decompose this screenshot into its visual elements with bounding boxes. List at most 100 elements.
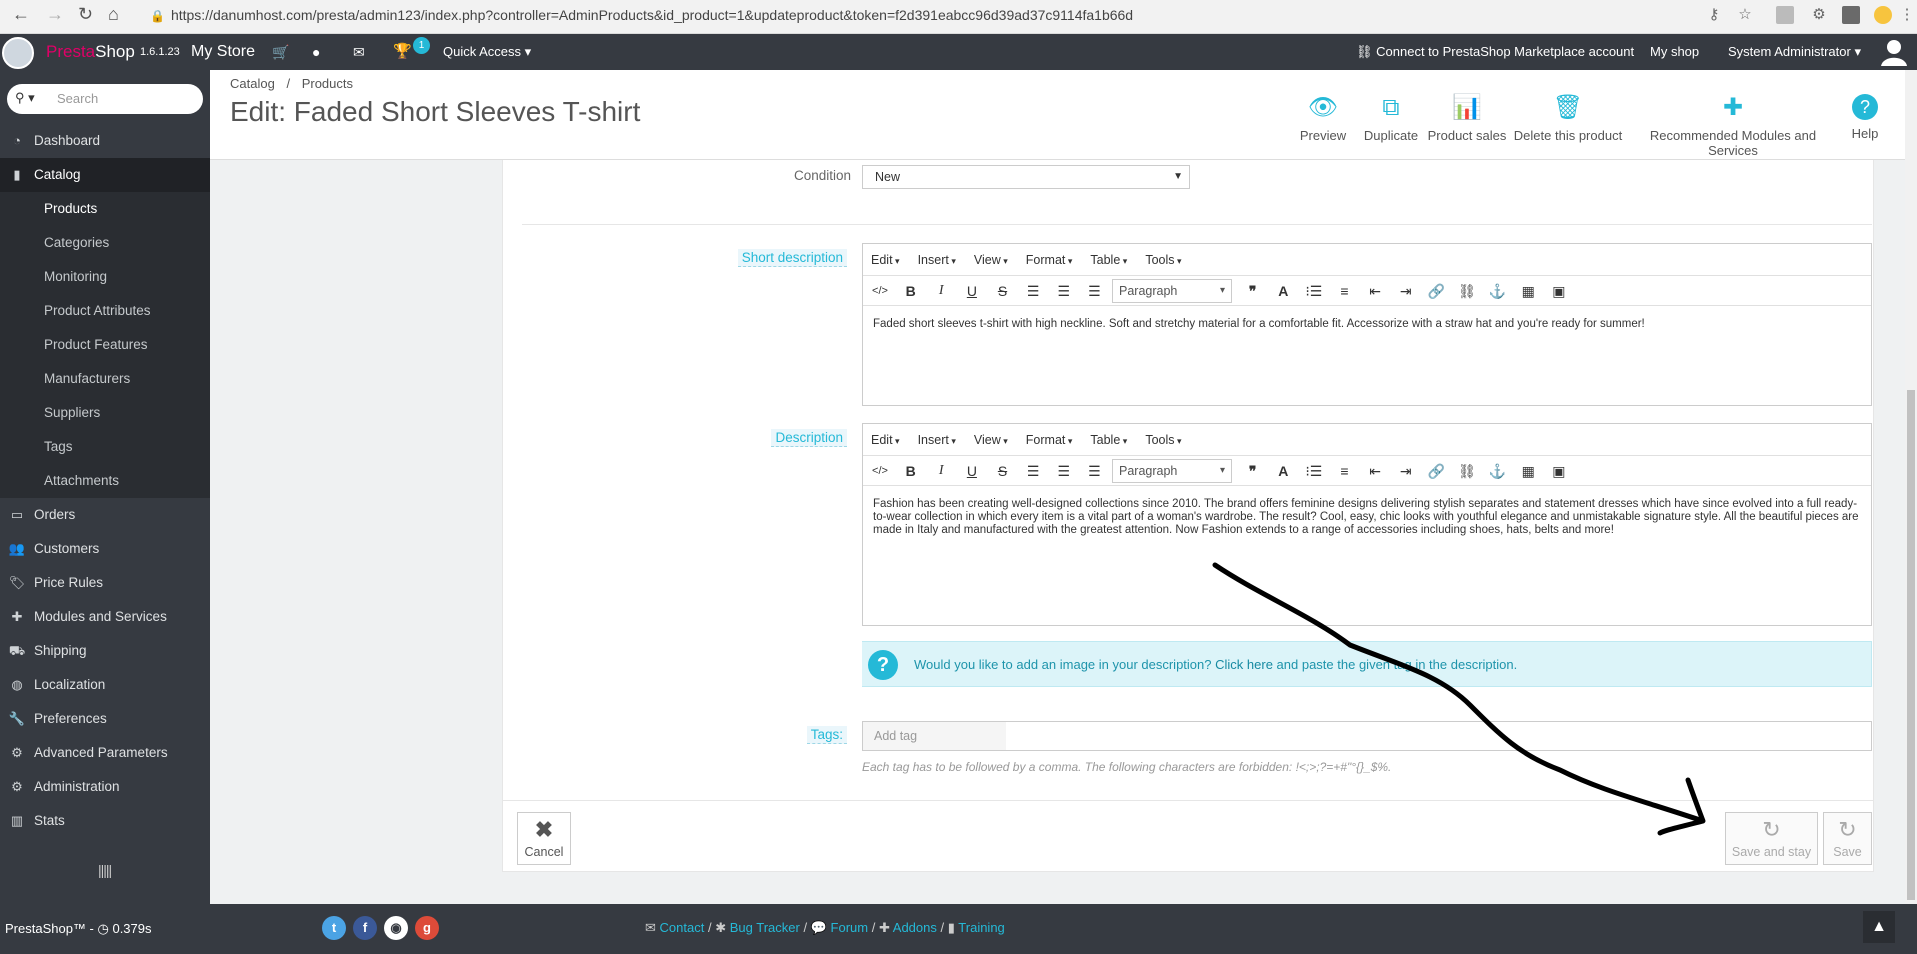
align-center-icon[interactable]: ☰: [1051, 459, 1077, 483]
sidebar-item-shipping[interactable]: ⛟ Shipping: [0, 634, 210, 668]
sidebar-item-modules[interactable]: ✚ Modules and Services: [0, 600, 210, 634]
menu-format[interactable]: Format: [1026, 253, 1073, 267]
breadcrumb-catalog[interactable]: Catalog: [230, 76, 275, 91]
collapse-sidebar-icon[interactable]: |||||: [98, 862, 112, 878]
sidebar-sub-attachments[interactable]: Attachments: [0, 464, 210, 498]
menu-tools[interactable]: Tools: [1145, 433, 1181, 447]
forward-icon[interactable]: →: [46, 4, 64, 25]
menu-table[interactable]: Table: [1090, 253, 1127, 267]
menu-format[interactable]: Format: [1026, 433, 1073, 447]
strikethrough-icon[interactable]: S: [990, 279, 1016, 303]
sidebar-item-preferences[interactable]: 🔧 Preferences: [0, 702, 210, 736]
training-link[interactable]: Training: [958, 920, 1004, 935]
indent-icon[interactable]: ⇥: [1393, 459, 1419, 483]
italic-icon[interactable]: I: [928, 459, 954, 483]
indent-icon[interactable]: ⇥: [1393, 279, 1419, 303]
outdent-icon[interactable]: ⇤: [1362, 459, 1388, 483]
anchor-icon[interactable]: ⚓: [1485, 459, 1511, 483]
menu-insert[interactable]: Insert: [918, 433, 956, 447]
key-icon[interactable]: ⚷: [1705, 6, 1723, 24]
bullet-list-icon[interactable]: ⁝☰: [1301, 459, 1327, 483]
image-icon[interactable]: ▣: [1546, 459, 1572, 483]
align-right-icon[interactable]: ☰: [1081, 459, 1107, 483]
delete-product-button[interactable]: 🗑 Delete this product: [1510, 70, 1626, 160]
menu-dots-icon[interactable]: ⋮: [1898, 6, 1916, 24]
duplicate-button[interactable]: ⧉ Duplicate: [1358, 70, 1424, 160]
prestashop-logo[interactable]: [2, 37, 34, 69]
save-and-stay-button[interactable]: ↻ Save and stay: [1725, 812, 1818, 865]
sidebar-item-advanced-parameters[interactable]: ⚙ Advanced Parameters: [0, 736, 210, 770]
trophy-icon[interactable]: 🏆: [393, 34, 412, 70]
underline-icon[interactable]: U: [959, 279, 985, 303]
address-bar[interactable]: 🔒 https://danumhost.com/presta/admin123/i…: [150, 7, 1133, 23]
avatar[interactable]: [1880, 38, 1908, 66]
text-color-icon[interactable]: A: [1270, 279, 1296, 303]
menu-tools[interactable]: Tools: [1145, 253, 1181, 267]
home-icon[interactable]: ⌂: [108, 4, 119, 25]
source-code-icon[interactable]: </>: [867, 279, 893, 303]
italic-icon[interactable]: I: [928, 279, 954, 303]
menu-view[interactable]: View: [974, 433, 1008, 447]
link-icon[interactable]: 🔗: [1423, 459, 1449, 483]
sidebar-sub-products[interactable]: Products: [0, 192, 210, 226]
numbered-list-icon[interactable]: ≡: [1332, 279, 1358, 303]
bold-icon[interactable]: B: [898, 279, 924, 303]
menu-insert[interactable]: Insert: [918, 253, 956, 267]
google-plus-icon[interactable]: g: [415, 916, 439, 940]
blockquote-icon[interactable]: ❞: [1240, 279, 1266, 303]
breadcrumb-products[interactable]: Products: [302, 76, 353, 91]
sidebar-sub-tags[interactable]: Tags: [0, 430, 210, 464]
sidebar-item-catalog[interactable]: ▮ Catalog: [0, 158, 210, 192]
cart-icon[interactable]: 🛒: [272, 34, 289, 70]
store-name[interactable]: My Store: [191, 34, 255, 70]
short-description-content[interactable]: Faded short sleeves t-shirt with high ne…: [863, 306, 1871, 343]
sidebar-item-administration[interactable]: ⚙ Administration: [0, 770, 210, 804]
sidebar-sub-product-features[interactable]: Product Features: [0, 328, 210, 362]
bold-icon[interactable]: B: [898, 459, 924, 483]
marketplace-link[interactable]: ⛓ Connect to PrestaShop Marketplace acco…: [1356, 34, 1634, 70]
paragraph-select[interactable]: Paragraph: [1112, 459, 1232, 483]
anchor-icon[interactable]: ⚓: [1485, 279, 1511, 303]
link-icon[interactable]: 🔗: [1423, 279, 1449, 303]
help-button[interactable]: ? Help: [1840, 70, 1890, 160]
back-icon[interactable]: ←: [12, 4, 30, 25]
sidebar-sub-categories[interactable]: Categories: [0, 226, 210, 260]
scroll-to-top-button[interactable]: ▲: [1863, 911, 1895, 943]
numbered-list-icon[interactable]: ≡: [1332, 459, 1358, 483]
star-icon[interactable]: ☆: [1736, 6, 1754, 24]
menu-table[interactable]: Table: [1090, 433, 1127, 447]
blockquote-icon[interactable]: ❞: [1240, 459, 1266, 483]
cancel-button[interactable]: ✖ Cancel: [517, 812, 571, 865]
product-sales-button[interactable]: 📊 Product sales: [1424, 70, 1510, 160]
user-icon[interactable]: ●: [312, 34, 320, 70]
sidebar-item-price-rules[interactable]: 🏷 Price Rules: [0, 566, 210, 600]
my-shop-link[interactable]: My shop: [1650, 34, 1699, 70]
unlink-icon[interactable]: ⛓: [1454, 459, 1480, 483]
underline-icon[interactable]: U: [959, 459, 985, 483]
profile-avatar-icon[interactable]: [1874, 6, 1892, 24]
table-icon[interactable]: ▦: [1515, 459, 1541, 483]
sidebar-sub-suppliers[interactable]: Suppliers: [0, 396, 210, 430]
align-left-icon[interactable]: ☰: [1020, 459, 1046, 483]
sidebar-sub-manufacturers[interactable]: Manufacturers: [0, 362, 210, 396]
github-icon[interactable]: ◉: [384, 916, 408, 940]
align-right-icon[interactable]: ☰: [1081, 279, 1107, 303]
save-button[interactable]: ↻ Save: [1823, 812, 1872, 865]
facebook-icon[interactable]: f: [353, 916, 377, 940]
menu-edit[interactable]: Edit: [871, 433, 900, 447]
sidebar-item-customers[interactable]: 👥 Customers: [0, 532, 210, 566]
twitter-icon[interactable]: t: [322, 916, 346, 940]
bullet-list-icon[interactable]: ⁝☰: [1301, 279, 1327, 303]
sidebar-item-stats[interactable]: ▥ Stats: [0, 804, 210, 838]
quick-access-menu[interactable]: Quick Access ▾: [443, 34, 531, 70]
recommended-modules-button[interactable]: ✚ Recommended Modules and Services: [1626, 70, 1840, 160]
user-menu[interactable]: System Administrator ▾: [1728, 34, 1861, 70]
unlink-icon[interactable]: ⛓: [1454, 279, 1480, 303]
condition-select[interactable]: New ▼: [862, 165, 1190, 189]
envelope-icon[interactable]: ✉: [353, 34, 365, 70]
bug-tracker-link[interactable]: Bug Tracker: [730, 920, 800, 935]
settings-gear-icon[interactable]: ⚙: [1810, 6, 1828, 24]
menu-edit[interactable]: Edit: [871, 253, 900, 267]
table-icon[interactable]: ▦: [1515, 279, 1541, 303]
text-color-icon[interactable]: A: [1270, 459, 1296, 483]
